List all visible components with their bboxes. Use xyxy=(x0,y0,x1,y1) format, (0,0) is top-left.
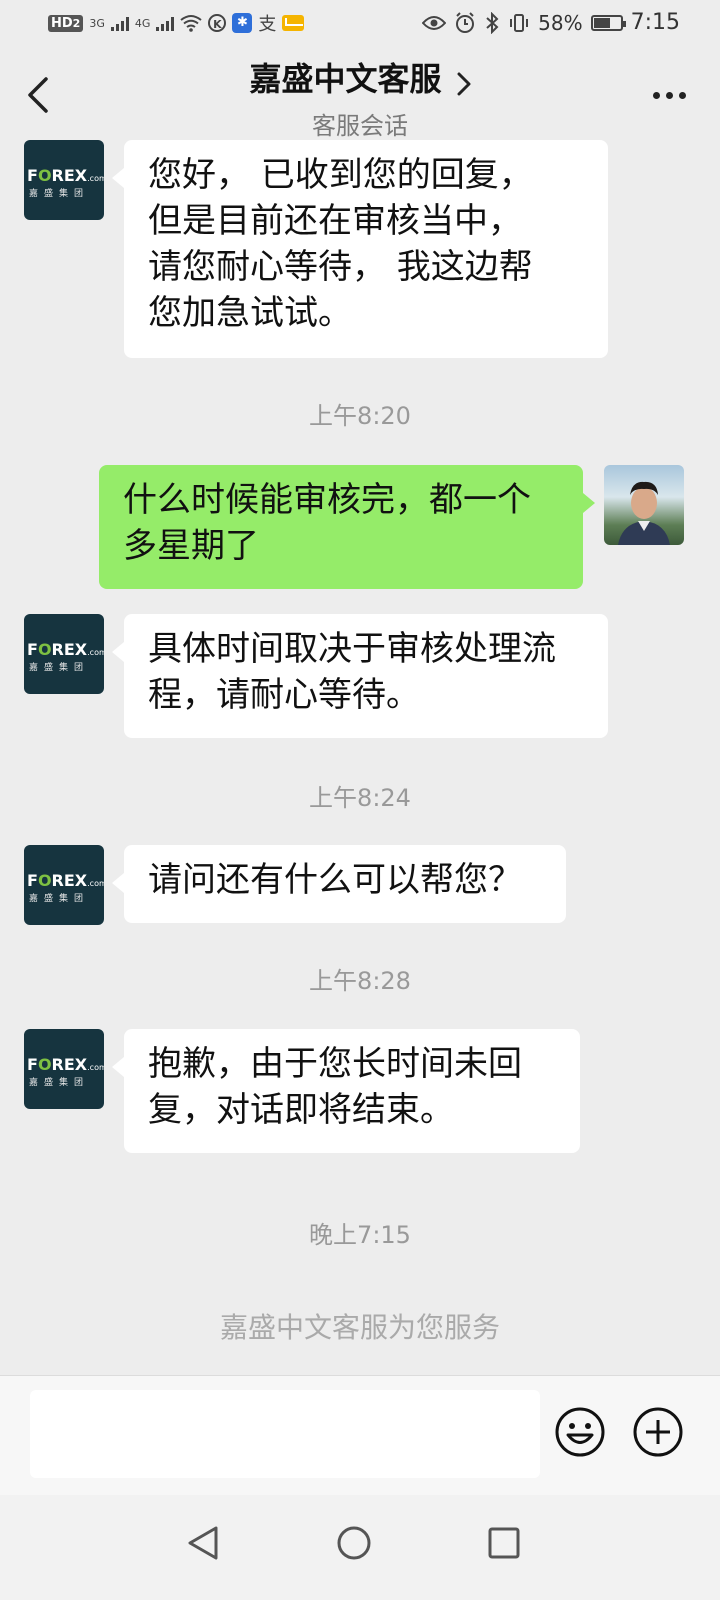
hd-badge: HD2 xyxy=(48,14,84,32)
forex-avatar[interactable]: FOREX.com 嘉盛集团 xyxy=(24,1029,104,1109)
page-title: 嘉盛中文客服 xyxy=(249,60,442,98)
message-bubble-received[interactable]: 请问还有什么可以帮您？ xyxy=(112,845,566,923)
network-label-1: 3G xyxy=(89,16,105,30)
clock: 7:15 xyxy=(630,10,680,35)
timestamp: 上午8:20 xyxy=(309,402,411,430)
forex-logo-cn: 嘉盛集团 xyxy=(29,1078,90,1088)
timestamp: 上午8:24 xyxy=(309,784,411,812)
nav-recent-button[interactable] xyxy=(484,1523,524,1563)
eye-icon xyxy=(422,15,447,30)
more-dot xyxy=(666,92,673,99)
add-button[interactable] xyxy=(632,1406,684,1458)
nav-home-button[interactable] xyxy=(334,1523,374,1563)
emoji-button[interactable] xyxy=(554,1406,606,1458)
title-area[interactable]: 嘉盛中文客服 xyxy=(0,54,720,100)
forex-logo-cn: 嘉盛集团 xyxy=(29,189,90,199)
signal-icon-2 xyxy=(156,15,175,31)
input-bar xyxy=(0,1375,720,1496)
forex-avatar[interactable]: FOREX.com 嘉盛集团 xyxy=(24,140,104,220)
message-bubble-received[interactable]: 具体时间取决于审核处理流 程，请耐心等待。 xyxy=(112,614,608,738)
message-bubble-received[interactable]: 抱歉，由于您长时间未回 复，对话即将结束。 xyxy=(112,1029,580,1153)
service-note: 嘉盛中文客服为您服务 xyxy=(219,1311,500,1344)
more-dot xyxy=(679,92,686,99)
forex-logo-text: FOREX.com xyxy=(27,1055,104,1074)
forex-avatar[interactable]: FOREX.com 嘉盛集团 xyxy=(24,614,104,694)
plus-circle-icon xyxy=(633,1407,683,1457)
baidu-paw-icon: ✱ xyxy=(232,13,253,33)
user-photo xyxy=(618,481,670,545)
timestamp: 晚上7:15 xyxy=(309,1221,411,1249)
nav-back-button[interactable] xyxy=(184,1523,224,1563)
status-bar: HD2 3G 4G K ✱ 支 58% 7:15 xyxy=(0,0,720,50)
message-input[interactable] xyxy=(30,1390,540,1478)
mail-icon xyxy=(282,15,305,31)
message-bubble-received[interactable]: 您好， 已收到您的回复， 但是目前还在审核当中， 请您耐心等待， 我这边帮 您加… xyxy=(112,140,608,358)
alarm-icon xyxy=(456,11,475,33)
chevron-right-icon xyxy=(457,72,471,100)
alipay-icon: 支 xyxy=(258,14,277,35)
bluetooth-icon xyxy=(486,11,499,34)
forex-avatar[interactable]: FOREX.com 嘉盛集团 xyxy=(24,845,104,925)
message-bubble-sent[interactable]: 什么时候能审核完，都一个 多星期了 xyxy=(99,465,595,589)
wifi-icon xyxy=(180,15,203,32)
status-left: HD2 3G 4G K ✱ 支 xyxy=(48,10,305,36)
signal-icon xyxy=(110,15,129,31)
user-avatar[interactable] xyxy=(604,465,684,545)
battery-icon xyxy=(590,14,626,31)
square-recent-icon xyxy=(488,1527,520,1559)
circle-home-icon xyxy=(337,1526,371,1560)
vibrate-icon xyxy=(510,13,529,32)
status-right: 58% 7:15 xyxy=(422,10,680,35)
more-dots-icon xyxy=(653,92,660,99)
more-button[interactable] xyxy=(653,92,686,99)
k-app-icon: K xyxy=(208,14,227,32)
forex-logo-text: FOREX.com xyxy=(27,640,104,659)
forex-logo-text: FOREX.com xyxy=(27,166,104,185)
page-subtitle: 客服会话 xyxy=(312,112,408,140)
timestamp: 上午8:28 xyxy=(309,967,411,995)
triangle-back-icon xyxy=(188,1526,218,1560)
network-label-2: 4G xyxy=(134,16,151,30)
battery-percent: 58% xyxy=(538,10,583,35)
title-bar: 嘉盛中文客服 客服会话 xyxy=(0,50,720,142)
emoji-icon xyxy=(555,1407,605,1457)
forex-logo-cn: 嘉盛集团 xyxy=(29,894,90,904)
forex-logo-cn: 嘉盛集团 xyxy=(29,663,90,673)
system-nav-bar xyxy=(0,1495,720,1600)
forex-logo-text: FOREX.com xyxy=(27,871,104,890)
